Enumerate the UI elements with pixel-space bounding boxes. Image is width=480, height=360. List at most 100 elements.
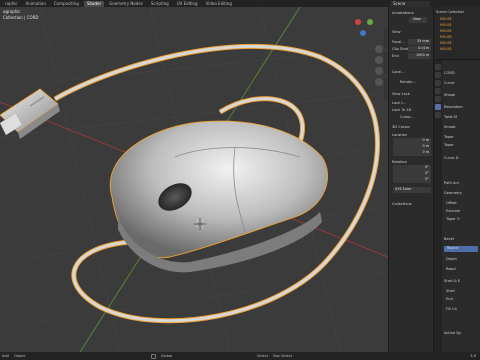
prop-row[interactable]: Twist M <box>444 114 478 120</box>
to-3d-label: To 3D <box>401 108 412 112</box>
transform-orientation-icon[interactable] <box>150 353 156 359</box>
3d-cursor-label: 3D Cursor <box>392 125 411 129</box>
curve-data-tab-icon[interactable] <box>435 104 441 110</box>
location-label: Location <box>392 133 408 137</box>
prop-row[interactable]: Start <box>446 288 478 294</box>
prop-row[interactable]: Fill Ca <box>446 306 478 312</box>
lock-to-object-row[interactable]: Lock t... <box>392 100 431 106</box>
prop-row[interactable]: Taper <box>444 142 478 148</box>
render-tab-icon[interactable] <box>435 72 441 78</box>
outliner-item-label: MOUSE <box>440 41 452 45</box>
prop-row[interactable]: Taper <box>444 134 478 140</box>
prop-label: Extrude <box>446 209 461 213</box>
prop-label: Resolution <box>444 105 463 109</box>
prop-row[interactable]: Resol <box>446 266 478 272</box>
tool-tab-icon[interactable] <box>435 64 441 70</box>
workspace-tab-video-editing[interactable]: Video Editing <box>203 1 235 7</box>
local-camera-label: Local... <box>392 70 405 74</box>
viewport-nav-gizmo[interactable] <box>355 19 373 36</box>
output-tab-icon[interactable] <box>435 80 441 86</box>
lock-cursor-label: Curso... <box>400 115 414 119</box>
outliner-item-label: MOUSE <box>440 17 452 21</box>
location-y-field[interactable]: 0 m <box>393 144 431 150</box>
topbar: raphic Animation Compositing Shader Geom… <box>0 0 480 7</box>
location-z-field[interactable]: 0 m <box>393 150 431 156</box>
prop-row[interactable]: Taper O <box>446 216 478 222</box>
sidebar-tab-item[interactable] <box>384 27 388 49</box>
sidebar-tab-view[interactable] <box>384 77 388 99</box>
view-lock-label: View Lock <box>392 92 410 96</box>
prop-label: Bevel <box>444 237 455 241</box>
usb-plug[interactable] <box>0 88 60 139</box>
object-name-row[interactable]: CORD <box>444 70 478 76</box>
prop-label: Start & E <box>444 279 461 283</box>
sidebar-tab-tool[interactable] <box>384 52 388 74</box>
prop-row[interactable]: Shape <box>444 92 478 98</box>
outliner-title: Scene Collection <box>436 9 478 15</box>
focal-length-field[interactable]: 35 mm <box>408 39 431 45</box>
version-label: 3.6 <box>470 354 476 358</box>
rotation-z-field[interactable]: 0° <box>393 177 431 183</box>
prop-label: End <box>446 297 453 301</box>
workspace-tab-layout[interactable]: raphic <box>2 1 20 7</box>
outliner-item[interactable]: MOUSE <box>440 46 478 52</box>
prop-row[interactable]: Offset <box>446 200 478 206</box>
clip-end-field[interactable]: 1000 m <box>408 53 431 59</box>
material-tab-icon[interactable] <box>435 112 441 118</box>
object-menu[interactable]: Object <box>14 354 26 358</box>
new-annotation-button[interactable]: New <box>409 17 427 23</box>
local-camera-row[interactable]: Local... <box>392 69 431 75</box>
prop-label: Resol <box>446 267 456 271</box>
prop-row[interactable]: End <box>446 296 478 302</box>
annotations-header[interactable]: Annotations <box>392 10 431 16</box>
view-header[interactable]: View <box>392 29 431 35</box>
3d-viewport[interactable]: ographic Collection | CORD <box>0 7 388 352</box>
viewport-tools[interactable] <box>375 45 383 86</box>
prop-label: Curve D <box>444 156 459 160</box>
orientation-dropdown[interactable]: Global <box>161 354 172 358</box>
prop-label: Twist M <box>444 115 458 119</box>
prop-row[interactable]: Smoot <box>444 124 478 130</box>
location-x-field[interactable]: 0 m <box>393 138 431 144</box>
view-lock-header[interactable]: View Lock <box>392 91 431 97</box>
workspace-tab-geometry-nodes[interactable]: Geometry Nodes <box>106 1 146 7</box>
prop-row[interactable]: Active Sp <box>444 330 478 336</box>
rotation-mode-dropdown[interactable]: XYZ Euler <box>393 187 431 193</box>
workspace-tab-uv-editing[interactable]: UV Editing <box>174 1 201 7</box>
workspace-tab-compositing[interactable]: Compositing <box>51 1 82 7</box>
lock-row[interactable]: Lock To 3D <box>392 107 431 113</box>
prop-row[interactable]: Extrude <box>446 208 478 214</box>
collections-header[interactable]: Collections <box>392 201 431 207</box>
workspace-tab-animation[interactable]: Animation <box>22 1 48 7</box>
prop-row[interactable]: Path Ani <box>444 180 478 186</box>
scene-tab-icon[interactable] <box>435 88 441 94</box>
prop-label: Taper <box>444 143 454 147</box>
lock-label: Lock <box>392 108 401 112</box>
clip-start-field[interactable]: 0.01m <box>408 46 431 52</box>
prop-row[interactable]: Depth <box>446 256 478 262</box>
prop-label: Shape <box>444 93 456 97</box>
workspace-tab-scripting[interactable]: Scripting <box>148 1 172 7</box>
viewport-canvas[interactable] <box>0 7 388 352</box>
bevel-round-button[interactable]: Round <box>444 246 478 252</box>
object-tab-icon[interactable] <box>435 96 441 102</box>
3d-cursor-header[interactable]: 3D Cursor <box>392 124 431 130</box>
prop-label: Path Ani <box>444 181 459 185</box>
add-menu[interactable]: Add <box>2 354 9 358</box>
prop-row[interactable]: Start & E <box>444 278 478 284</box>
workspace-tab-shader[interactable]: Shader <box>83 0 105 7</box>
prop-row[interactable]: Geometry <box>444 190 478 196</box>
curve-data-row[interactable]: Curve <box>444 80 478 86</box>
scene-selector[interactable]: Scene <box>390 0 430 7</box>
rotation-y-field[interactable]: 0° <box>393 171 431 177</box>
prop-row[interactable]: Curve D <box>444 155 478 161</box>
render-region-row[interactable]: Render... <box>392 79 431 85</box>
rotation-x-field[interactable]: 0° <box>393 165 431 171</box>
prop-label: Start <box>446 289 455 293</box>
computer-mouse[interactable] <box>109 120 329 273</box>
scene-collection-label: Scene Collection <box>436 10 465 14</box>
focal-length-label: Focal... <box>392 40 405 44</box>
lock-cursor-row[interactable]: Curso... <box>392 114 431 120</box>
prop-row[interactable]: Resolution <box>444 104 478 110</box>
prop-row[interactable]: Bevel <box>444 236 478 242</box>
